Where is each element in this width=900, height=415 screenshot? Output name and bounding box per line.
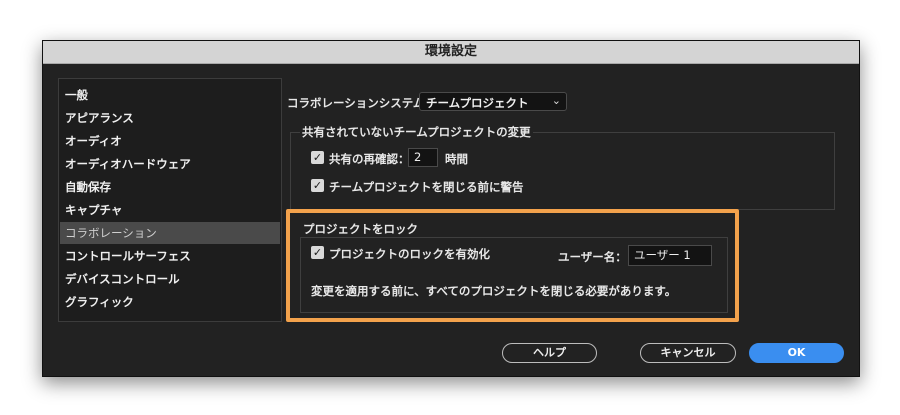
sidebar-item-audio-hardware[interactable]: オーディオハードウェア	[60, 153, 280, 175]
reconfirm-label: 共有の再確認：	[329, 152, 410, 166]
sidebar-item-control-surface[interactable]: コントロールサーフェス	[60, 245, 280, 267]
checkmark-icon: ✓	[312, 179, 323, 192]
unshared-changes-title: 共有されていないチームプロジェクトの変更	[300, 124, 533, 140]
sidebar-item-audio[interactable]: オーディオ	[60, 130, 280, 152]
collab-system-select[interactable]: チームプロジェクト ⌄	[419, 92, 567, 111]
reconfirm-hours-input[interactable]: 2	[408, 148, 438, 167]
window-title: 環境設定	[43, 41, 859, 64]
highlight-frame	[286, 209, 739, 322]
collab-system-value: チームプロジェクト	[426, 96, 529, 110]
cancel-button[interactable]: キャンセル	[640, 343, 736, 363]
help-button[interactable]: ヘルプ	[502, 343, 597, 363]
ok-button[interactable]: OK	[749, 343, 844, 363]
sidebar-item-appearance[interactable]: アピアランス	[60, 107, 280, 129]
preferences-sidebar: 一般 アピアランス オーディオ オーディオハードウェア 自動保存 キャプチャ コ…	[58, 78, 282, 322]
sidebar-item-capture[interactable]: キャプチャ	[60, 199, 280, 221]
warn-before-close-label: チームプロジェクトを閉じる前に警告	[329, 180, 524, 194]
reconfirm-checkbox[interactable]: ✓	[311, 151, 324, 164]
sidebar-item-autosave[interactable]: 自動保存	[60, 176, 280, 198]
preferences-dialog: 環境設定 一般 アピアランス オーディオ オーディオハードウェア 自動保存 キャ…	[42, 40, 860, 377]
unshared-changes-group	[290, 132, 835, 210]
chevron-down-icon: ⌄	[551, 94, 561, 107]
checkmark-icon: ✓	[312, 151, 323, 164]
warn-before-close-checkbox[interactable]: ✓	[311, 179, 324, 192]
sidebar-item-device-control[interactable]: デバイスコントロール	[60, 268, 280, 290]
collab-system-label: コラボレーションシステム：	[287, 96, 436, 110]
sidebar-item-collaboration[interactable]: コラボレーション	[60, 222, 280, 244]
sidebar-item-general[interactable]: 一般	[60, 84, 280, 106]
sidebar-item-graphics[interactable]: グラフィック	[60, 291, 280, 313]
reconfirm-unit: 時間	[445, 152, 468, 166]
